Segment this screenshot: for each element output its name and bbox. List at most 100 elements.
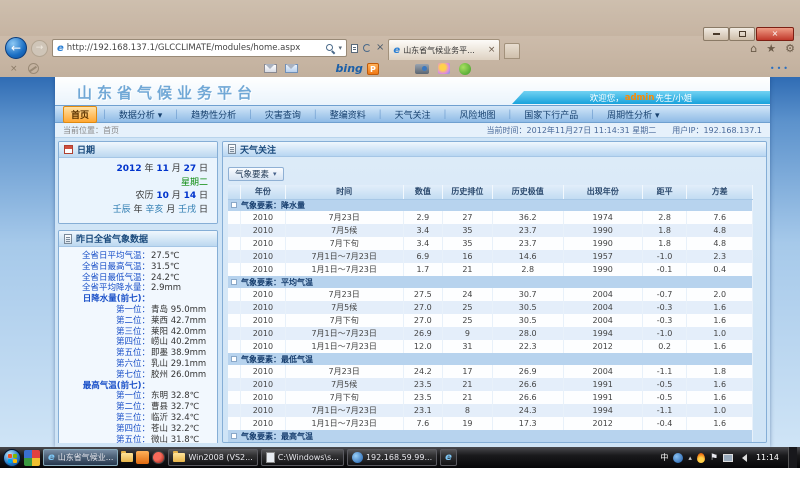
group-row[interactable]: 气象要素：降水量 bbox=[228, 199, 753, 211]
ime-indicator[interactable]: 中 bbox=[660, 452, 668, 463]
table-cell: 27.0 bbox=[403, 301, 442, 314]
volume-icon[interactable] bbox=[738, 454, 747, 462]
window-title: 192.168.59.99... bbox=[366, 453, 432, 462]
calendar-icon bbox=[64, 145, 73, 154]
table-row[interactable]: 20101月1日～7月23日7.61917.32012-0.41.6 bbox=[228, 417, 753, 430]
nav-item-5[interactable]: 整编资料 bbox=[323, 107, 373, 122]
favorites-star-icon[interactable]: ★ bbox=[766, 42, 776, 55]
orange-tile-icon[interactable]: P bbox=[367, 63, 379, 75]
nav-item-7[interactable]: 风险地图 bbox=[452, 107, 502, 122]
camera-addon-icon[interactable] bbox=[415, 64, 429, 74]
column-header[interactable]: 历史极值 bbox=[492, 185, 563, 199]
table-cell: 14.6 bbox=[492, 250, 563, 263]
more-options-icon[interactable]: ••• bbox=[770, 64, 790, 73]
nav-item-6[interactable]: 天气关注 bbox=[388, 107, 438, 122]
back-button[interactable]: ← bbox=[5, 37, 27, 59]
compatibility-icon[interactable] bbox=[351, 44, 358, 53]
table-cell: 17 bbox=[443, 365, 493, 378]
group-checkbox[interactable] bbox=[231, 433, 237, 439]
column-header[interactable]: 出现年份 bbox=[563, 185, 642, 199]
blocked-icon[interactable] bbox=[28, 63, 39, 74]
refresh-icon[interactable] bbox=[363, 44, 371, 52]
network-globe-icon[interactable] bbox=[673, 453, 683, 463]
taskbar-window-1[interactable]: Win2008 (VS2... bbox=[168, 449, 257, 466]
rank-item: 第二位：莱西 42.7mm bbox=[62, 316, 214, 327]
send-mail-icon[interactable] bbox=[285, 64, 298, 73]
province-stat: 全省日最高气温：31.5℃ bbox=[62, 262, 214, 273]
group-checkbox[interactable] bbox=[231, 202, 237, 208]
table-row[interactable]: 20107月1日～7月23日6.91614.61957-1.02.3 bbox=[228, 250, 753, 263]
column-header[interactable]: 时间 bbox=[285, 185, 403, 199]
group-checkbox[interactable] bbox=[231, 279, 237, 285]
table-row[interactable]: 20107月下旬3.43523.719901.84.8 bbox=[228, 237, 753, 250]
tab-close-icon[interactable]: × bbox=[488, 45, 496, 55]
nav-item-2[interactable]: 数据分析 ▾ bbox=[112, 107, 169, 122]
effects-addon-icon[interactable] bbox=[438, 63, 450, 74]
table-row[interactable]: 20107月5候3.43523.719901.84.8 bbox=[228, 224, 753, 237]
column-header[interactable]: 距平 bbox=[642, 185, 687, 199]
pinned-media-app-icon[interactable] bbox=[152, 451, 165, 464]
url-field[interactable]: e http://192.168.137.1/GLCCLIMATE/module… bbox=[52, 39, 347, 57]
screen: × ← → e http://192.168.137.1/GLCCLIMATE/… bbox=[0, 0, 800, 500]
table-cell: 27.0 bbox=[403, 314, 442, 327]
column-header[interactable]: 数值 bbox=[403, 185, 442, 199]
settings-gear-icon[interactable]: ⚙ bbox=[785, 42, 795, 55]
table-row[interactable]: 20107月1日～7月23日26.9928.01994-1.01.0 bbox=[228, 327, 753, 340]
table-row[interactable]: 20107月下旬27.02530.52004-0.31.6 bbox=[228, 314, 753, 327]
flame-tray-icon[interactable] bbox=[697, 453, 705, 463]
nav-item-9[interactable]: 周期性分析 ▾ bbox=[600, 107, 666, 122]
column-header[interactable]: 方差 bbox=[687, 185, 753, 199]
table-row[interactable]: 20107月5候23.52126.61991-0.51.6 bbox=[228, 378, 753, 391]
column-header[interactable]: 历史排位 bbox=[443, 185, 493, 199]
element-dropdown-button[interactable]: 气象要素 ▾ bbox=[228, 167, 284, 181]
nav-item-1[interactable]: 首页 bbox=[63, 106, 97, 123]
search-icon[interactable] bbox=[326, 44, 335, 53]
pinned-app-icon[interactable] bbox=[24, 450, 40, 466]
table-row[interactable]: 20107月23日24.21726.92004-1.11.8 bbox=[228, 365, 753, 378]
messenger-addon-icon[interactable] bbox=[459, 63, 471, 75]
explorer-icon[interactable] bbox=[121, 453, 133, 462]
start-button[interactable] bbox=[3, 449, 21, 467]
show-hidden-icons[interactable]: ▴ bbox=[688, 454, 692, 462]
taskbar-clock[interactable]: 11:14 bbox=[752, 453, 783, 462]
table-row[interactable]: 20107月下旬23.52126.61991-0.51.6 bbox=[228, 391, 753, 404]
nav-item-4[interactable]: 灾害查询 bbox=[258, 107, 308, 122]
group-row[interactable]: 气象要素：平均气温 bbox=[228, 276, 753, 288]
stop-icon[interactable]: × bbox=[376, 43, 384, 53]
site-header: 山东省气候业务平台 欢迎您，admin 先生/小姐 bbox=[55, 77, 770, 105]
table-row[interactable]: 20107月5候27.02530.52004-0.31.6 bbox=[228, 301, 753, 314]
taskbar-window-3[interactable]: 192.168.59.99... bbox=[347, 449, 437, 466]
browser-tab[interactable]: e 山东省气候业务平... × bbox=[388, 39, 500, 60]
taskbar-window-2[interactable]: C:\Windows\s... bbox=[261, 449, 344, 466]
nav-item-8[interactable]: 国家下行产品 bbox=[517, 107, 585, 122]
url-text[interactable]: http://192.168.137.1/GLCCLIMATE/modules/… bbox=[67, 43, 324, 53]
column-header[interactable]: 年份 bbox=[241, 185, 286, 199]
new-tab-button[interactable] bbox=[504, 43, 520, 59]
rank-item: 第二位：曹县 32.7℃ bbox=[62, 402, 214, 413]
mail-icon[interactable] bbox=[264, 64, 277, 73]
table-row[interactable]: 20107月23日2.92736.219742.87.6 bbox=[228, 211, 753, 224]
table-row[interactable]: 20101月1日～7月23日12.03122.320120.21.6 bbox=[228, 340, 753, 353]
taskbar-window-active[interactable]: e 山东省气候业... bbox=[43, 449, 118, 466]
group-row[interactable]: 气象要素：最低气温 bbox=[228, 353, 753, 365]
back-icon: ← bbox=[11, 41, 21, 55]
table-row[interactable]: 20107月1日～7月23日23.1824.31994-1.11.0 bbox=[228, 404, 753, 417]
pinned-orange-app-icon[interactable] bbox=[136, 451, 149, 464]
forward-button[interactable]: → bbox=[31, 40, 48, 57]
table-cell: 7月23日 bbox=[285, 211, 403, 224]
network-icon[interactable] bbox=[723, 454, 733, 462]
show-desktop-button[interactable] bbox=[788, 447, 797, 468]
action-center-icon[interactable]: ⚑ bbox=[710, 453, 718, 463]
group-checkbox[interactable] bbox=[231, 356, 237, 362]
url-dropdown-icon[interactable]: ▾ bbox=[338, 44, 342, 52]
close-toolbar-icon[interactable]: × bbox=[10, 64, 18, 74]
nav-item-3[interactable]: 趋势性分析 bbox=[184, 107, 243, 122]
table-cell: 3.4 bbox=[403, 237, 442, 250]
home-icon[interactable]: ⌂ bbox=[750, 42, 757, 55]
address-tools: × bbox=[351, 43, 384, 53]
table-row[interactable]: 20101月1日～7月23日1.7212.81990-0.10.4 bbox=[228, 263, 753, 276]
bing-text[interactable]: bing bbox=[336, 62, 363, 75]
taskbar-window-ie2[interactable]: e bbox=[440, 449, 457, 466]
table-row[interactable]: 20107月23日27.52430.72004-0.72.0 bbox=[228, 288, 753, 301]
group-row[interactable]: 气象要素：最高气温 bbox=[228, 430, 753, 442]
